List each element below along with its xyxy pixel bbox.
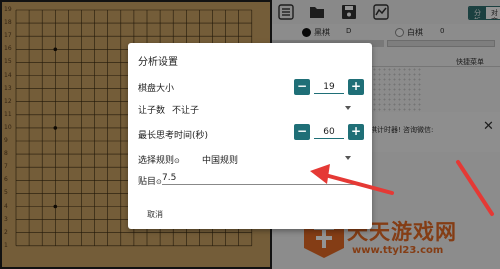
annotation-arrows — [310, 160, 494, 216]
arrow-line — [323, 173, 394, 195]
arrow-head — [310, 164, 330, 184]
arrow-line-right — [456, 160, 494, 216]
